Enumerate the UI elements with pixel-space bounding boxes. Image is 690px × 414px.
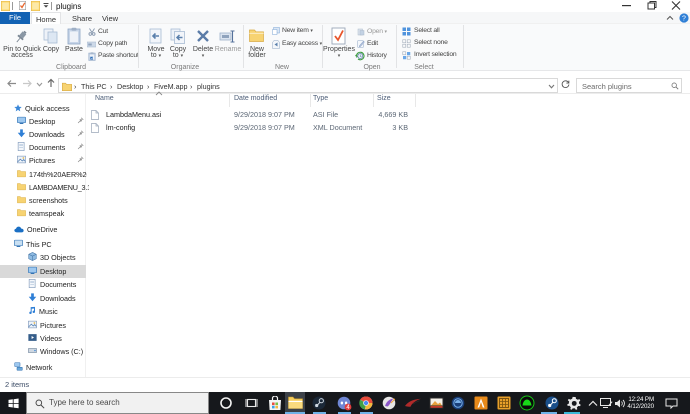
svg-text:?: ? <box>682 15 686 22</box>
